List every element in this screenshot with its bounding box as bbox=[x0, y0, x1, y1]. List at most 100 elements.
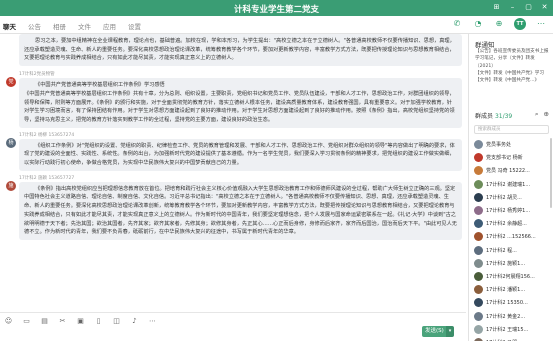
tab-announcement[interactable]: 公告 bbox=[28, 21, 41, 31]
chat-message: 党 17计科2党员物管 《中国共产党普通高等学校基层组织工作条例》学习感悟 《中… bbox=[5, 71, 462, 128]
member-item[interactable]: 17计科2 ...152566... bbox=[474, 230, 552, 243]
member-name: 党员事务处 bbox=[486, 142, 512, 149]
member-actions: ⌕ ⊕ bbox=[535, 110, 549, 119]
text-style-icon[interactable]: ▭ bbox=[22, 317, 31, 325]
member-name: 17计科2 余静超... bbox=[486, 221, 527, 228]
avatar bbox=[474, 140, 483, 150]
avatar bbox=[474, 298, 483, 308]
avatar[interactable]: 党 bbox=[6, 77, 16, 88]
member-item[interactable]: 17计科2 黄金2... bbox=[474, 309, 552, 322]
message-sender: 17计科2党员物管 bbox=[19, 72, 55, 78]
tab-settings[interactable]: 设置 bbox=[128, 21, 141, 31]
image-icon[interactable]: ▣ bbox=[76, 317, 85, 325]
avatar bbox=[474, 324, 483, 334]
message-text: 《条例》指出高校党组织应当把理想信念教育放在首位。把培育和践行社会主义核心价值观… bbox=[24, 185, 457, 236]
tab-files[interactable]: 文件 bbox=[78, 21, 91, 31]
search-icon[interactable]: ⌕ bbox=[535, 110, 539, 119]
member-name: 17计科2 ...152566... bbox=[486, 234, 536, 241]
message-bubble: 《组织工作条例》对"党组织的设置、党组织的职责、纪律检查工作、党员的教育管理和发… bbox=[19, 138, 462, 171]
avatar bbox=[474, 153, 483, 163]
avatar bbox=[474, 192, 483, 202]
close-icon[interactable]: ✕ bbox=[540, 3, 549, 11]
member-name: 17计科2 胡灵... bbox=[486, 194, 522, 201]
send-button[interactable]: 发送(S) bbox=[422, 326, 446, 337]
member-name: 17计科2 王瑞15... bbox=[486, 326, 529, 333]
members-count: 31/39 bbox=[494, 113, 513, 120]
message-sender: 17计科2 施颖 153657727 bbox=[19, 175, 75, 181]
member-item[interactable]: 17计科2 潘颖1... bbox=[474, 283, 552, 296]
group-tabs: 聊天 公告 相册 文件 应用 设置 bbox=[3, 21, 141, 31]
tab-apps[interactable]: 应用 bbox=[103, 21, 116, 31]
chat-message: 思习之本，要加中组精神在全业课程教育，理论点也，基础普遍。加校在现，学和本形习，… bbox=[5, 34, 462, 67]
member-item[interactable]: 17计科2 马朋... bbox=[474, 336, 552, 341]
members-label: 群成员 bbox=[475, 113, 494, 120]
avatar bbox=[474, 271, 483, 281]
avatar bbox=[474, 232, 483, 242]
avatar bbox=[474, 245, 483, 255]
chat-bubble-icon[interactable]: ◔ bbox=[472, 18, 484, 30]
add-member-icon[interactable]: ⊕ bbox=[493, 18, 505, 30]
member-name: 17计科2 15350... bbox=[486, 300, 528, 307]
member-item[interactable]: 党支部书记 杨新 bbox=[474, 151, 552, 164]
member-item[interactable]: 17计科2 胡灵... bbox=[474, 191, 552, 204]
member-name: 17计科2 潘颖1... bbox=[486, 287, 526, 294]
member-list: 党员事务处党支部书记 杨新 党员 冯奇 15222... 17计科2 谢建瑞1...… bbox=[474, 138, 552, 341]
avatar bbox=[474, 166, 483, 176]
message-text: 思习之本，要加中组精神在全业课程教育，理论点也，基础普遍。加校在现，学和本形习，… bbox=[24, 38, 455, 62]
member-list-scrollbar[interactable] bbox=[550, 138, 552, 208]
maximize-icon[interactable]: ▢ bbox=[524, 3, 533, 11]
message-sender: 17计科2 杨柳 153657274 bbox=[19, 132, 75, 138]
composer-toolbar: ☺ ▭ ▤ ✂ ▣ ▯ ◫ ♪ ⋯ bbox=[4, 317, 157, 325]
member-item[interactable]: 17计科2何晨翔156... bbox=[474, 270, 552, 283]
title-bar: 计科专业学生第二党支 ⊞ – ▢ ✕ bbox=[0, 0, 553, 16]
message-composer[interactable]: ☺ ▭ ▤ ✂ ▣ ▯ ◫ ♪ ⋯ 发送(S) ▾ bbox=[0, 312, 466, 341]
avatar[interactable]: 施 bbox=[6, 180, 16, 191]
member-item[interactable]: 党员 冯奇 15222... bbox=[474, 164, 552, 177]
avatar bbox=[474, 258, 483, 268]
avatar bbox=[474, 206, 483, 216]
member-item[interactable]: 17计科2 15350... bbox=[474, 296, 552, 309]
member-name: 17计科2 谢建瑞1... bbox=[486, 181, 531, 188]
tab-chat[interactable]: 聊天 bbox=[3, 21, 16, 31]
send-options-icon[interactable]: ▾ bbox=[446, 326, 454, 337]
header-actions: ✆ ◔ ⊕ TT ⋯ bbox=[451, 18, 547, 30]
avatar bbox=[474, 311, 483, 321]
member-name: 17计科2何晨翔156... bbox=[486, 273, 535, 280]
announcement-text[interactable]: 【公告】各班宣传委员及团支书上报学习笔记，分享（文件】转发（2021） 【文件】… bbox=[475, 48, 551, 84]
video-icon[interactable]: ◫ bbox=[112, 317, 121, 325]
avatar bbox=[474, 219, 483, 229]
member-item[interactable]: 17计科2 施颖1... bbox=[474, 257, 552, 270]
member-item[interactable]: 17计科2 余静超... bbox=[474, 217, 552, 230]
tab-album[interactable]: 相册 bbox=[53, 21, 66, 31]
scissors-icon[interactable]: ✂ bbox=[58, 317, 67, 325]
member-name: 17计科2 黄金2... bbox=[486, 313, 526, 320]
pin-icon[interactable]: ⊞ bbox=[492, 3, 501, 11]
member-item[interactable]: 17计科2 程... bbox=[474, 244, 552, 257]
member-search-input[interactable]: 搜索群成员 bbox=[474, 125, 549, 134]
smile-icon[interactable]: ☺ bbox=[4, 317, 13, 325]
message-bubble: 《条例》指出高校党组织应当把理想信念教育放在首位。把培育和践行社会主义核心价值观… bbox=[19, 181, 462, 240]
member-item[interactable]: 17计科2 谢建瑞1... bbox=[474, 178, 552, 191]
add-user-icon[interactable]: ⊕ bbox=[544, 110, 549, 119]
more-icon[interactable]: ⋯ bbox=[148, 317, 157, 325]
avatar bbox=[474, 179, 483, 189]
message-text: 《组织工作条例》对"党组织的设置、党组织的职责、纪律检查工作、党员的教育管理和发… bbox=[24, 142, 455, 167]
chat-history[interactable]: 思习之本，要加中组精神在全业课程教育，理论点也，基础普遍。加校在现，学和本形习，… bbox=[0, 34, 466, 312]
window-controls: ⊞ – ▢ ✕ bbox=[492, 3, 549, 11]
member-name: 17计科2 程... bbox=[486, 247, 517, 254]
more-icon[interactable]: ⋯ bbox=[535, 18, 547, 30]
chat-message: 施 17计科2 施颖 153657727 《条例》指出高校党组织应当把理想信念教… bbox=[5, 175, 462, 240]
mic-icon[interactable]: ♪ bbox=[130, 317, 139, 325]
member-item[interactable]: 党员事务处 bbox=[474, 138, 552, 151]
message-text: 《中国共产党普通高等学校基层组织工作条例》学习感悟 《中国共产党普通高等学校基层… bbox=[24, 82, 455, 123]
phone-icon[interactable]: ✆ bbox=[451, 18, 463, 30]
avatar[interactable]: 杨 bbox=[6, 137, 16, 148]
doc-icon[interactable]: ▯ bbox=[94, 317, 103, 325]
group-side-panel: 群通知 【公告】各班宣传委员及团支书上报学习笔记，分享（文件】转发（2021） … bbox=[468, 34, 553, 341]
member-item[interactable]: 17计科2 王瑞15... bbox=[474, 323, 552, 336]
members-header: 群成员 31/39 bbox=[475, 111, 512, 120]
member-item[interactable]: 17计科2 杨秀婷1... bbox=[474, 204, 552, 217]
folder-icon[interactable]: ▤ bbox=[40, 317, 49, 325]
minimize-icon[interactable]: – bbox=[508, 3, 517, 11]
tt-icon[interactable]: TT bbox=[514, 18, 526, 30]
